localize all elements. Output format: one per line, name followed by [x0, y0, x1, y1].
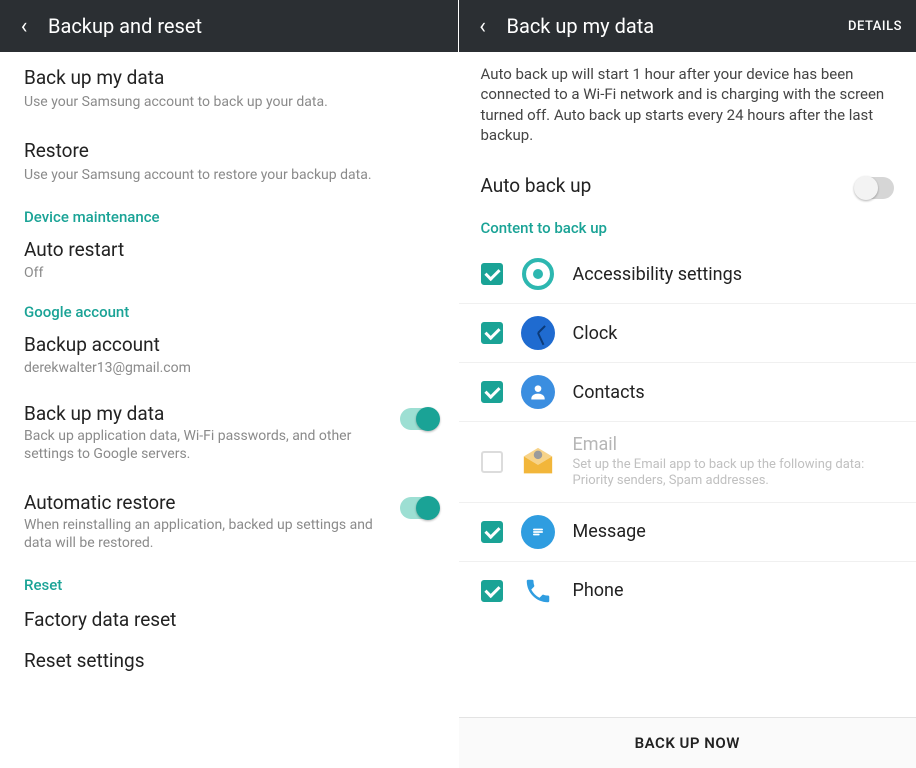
content-left: Back up my data Use your Samsung account… — [0, 52, 458, 768]
item-desc: Off — [24, 264, 434, 282]
checkbox-contacts[interactable] — [481, 381, 503, 403]
item-reset-settings[interactable]: Reset settings — [0, 645, 458, 688]
checkbox-message[interactable] — [481, 521, 503, 543]
item-desc: Back up application data, Wi-Fi password… — [24, 427, 392, 463]
content-label: Accessibility settings — [573, 264, 895, 285]
toggle-backup-my-data[interactable] — [400, 408, 438, 430]
item-title: Auto back up — [481, 174, 857, 197]
section-reset: Reset — [0, 566, 458, 598]
section-google-account: Google account — [0, 293, 458, 325]
section-device-maintenance: Device maintenance — [0, 198, 458, 230]
page-title-right: Back up my data — [507, 14, 835, 38]
page-title-left: Backup and reset — [48, 14, 444, 38]
toggle-auto-back-up[interactable] — [856, 177, 894, 199]
back-icon[interactable]: ‹ — [473, 14, 493, 39]
content-row-phone[interactable]: Phone — [459, 562, 916, 620]
item-desc: Use your Samsung account to back up your… — [24, 93, 434, 111]
topbar-right: ‹ Back up my data DETAILS — [459, 0, 916, 52]
info-text: Auto back up will start 1 hour after you… — [459, 52, 916, 161]
email-icon — [521, 445, 555, 479]
item-title: Automatic restore — [24, 491, 392, 514]
content-label: Clock — [573, 323, 895, 344]
content-label: Email — [573, 434, 895, 455]
item-title: Reset settings — [24, 649, 434, 674]
back-icon[interactable]: ‹ — [14, 14, 34, 39]
content-label: Message — [573, 521, 895, 542]
message-icon — [521, 515, 555, 549]
item-title: Back up my data — [24, 402, 392, 425]
item-auto-restart[interactable]: Auto restart Off — [0, 230, 458, 293]
item-title: Auto restart — [24, 238, 434, 263]
checkbox-accessibility[interactable] — [481, 263, 503, 285]
details-button[interactable]: DETAILS — [848, 19, 902, 34]
checkbox-phone[interactable] — [481, 580, 503, 602]
item-title: Backup account — [24, 333, 434, 358]
content-row-accessibility[interactable]: Accessibility settings — [459, 245, 916, 304]
content-row-email: Email Set up the Email app to back up th… — [459, 422, 916, 503]
item-backup-account[interactable]: Backup account derekwalter13@gmail.com — [0, 325, 458, 388]
item-desc: When reinstalling an application, backed… — [24, 516, 392, 552]
back-up-now-button[interactable]: BACK UP NOW — [459, 717, 916, 768]
clock-icon — [521, 316, 555, 350]
item-factory-data-reset[interactable]: Factory data reset — [0, 598, 458, 645]
content-right: Auto back up will start 1 hour after you… — [459, 52, 916, 768]
section-content-to-back-up: Content to back up — [459, 213, 916, 245]
phone-icon — [521, 574, 555, 608]
screen-backup-my-data-detail: ‹ Back up my data DETAILS Auto back up w… — [459, 0, 916, 768]
content-label: Phone — [573, 580, 895, 601]
item-desc: Use your Samsung account to restore your… — [24, 166, 434, 184]
item-desc: derekwalter13@gmail.com — [24, 359, 434, 377]
item-title: Back up my data — [24, 66, 434, 91]
content-row-clock[interactable]: Clock — [459, 304, 916, 363]
checkbox-clock[interactable] — [481, 322, 503, 344]
content-row-contacts[interactable]: Contacts — [459, 363, 916, 422]
item-restore[interactable]: Restore Use your Samsung account to rest… — [0, 125, 458, 198]
content-row-message[interactable]: Message — [459, 503, 916, 562]
accessibility-icon — [521, 257, 555, 291]
toggle-automatic-restore[interactable] — [400, 497, 438, 519]
content-desc: Set up the Email app to back up the foll… — [573, 457, 895, 490]
content-label: Contacts — [573, 382, 895, 403]
item-backup-my-data-samsung[interactable]: Back up my data Use your Samsung account… — [0, 52, 458, 125]
item-backup-my-data-google[interactable]: Back up my data Back up application data… — [0, 388, 458, 477]
screen-backup-and-reset: ‹ Backup and reset Back up my data Use y… — [0, 0, 459, 768]
topbar-left: ‹ Backup and reset — [0, 0, 458, 52]
checkbox-email — [481, 451, 503, 473]
contacts-icon — [521, 375, 555, 409]
item-title: Restore — [24, 139, 434, 164]
item-auto-back-up[interactable]: Auto back up — [459, 161, 916, 213]
item-automatic-restore[interactable]: Automatic restore When reinstalling an a… — [0, 477, 458, 566]
item-title: Factory data reset — [24, 608, 434, 633]
